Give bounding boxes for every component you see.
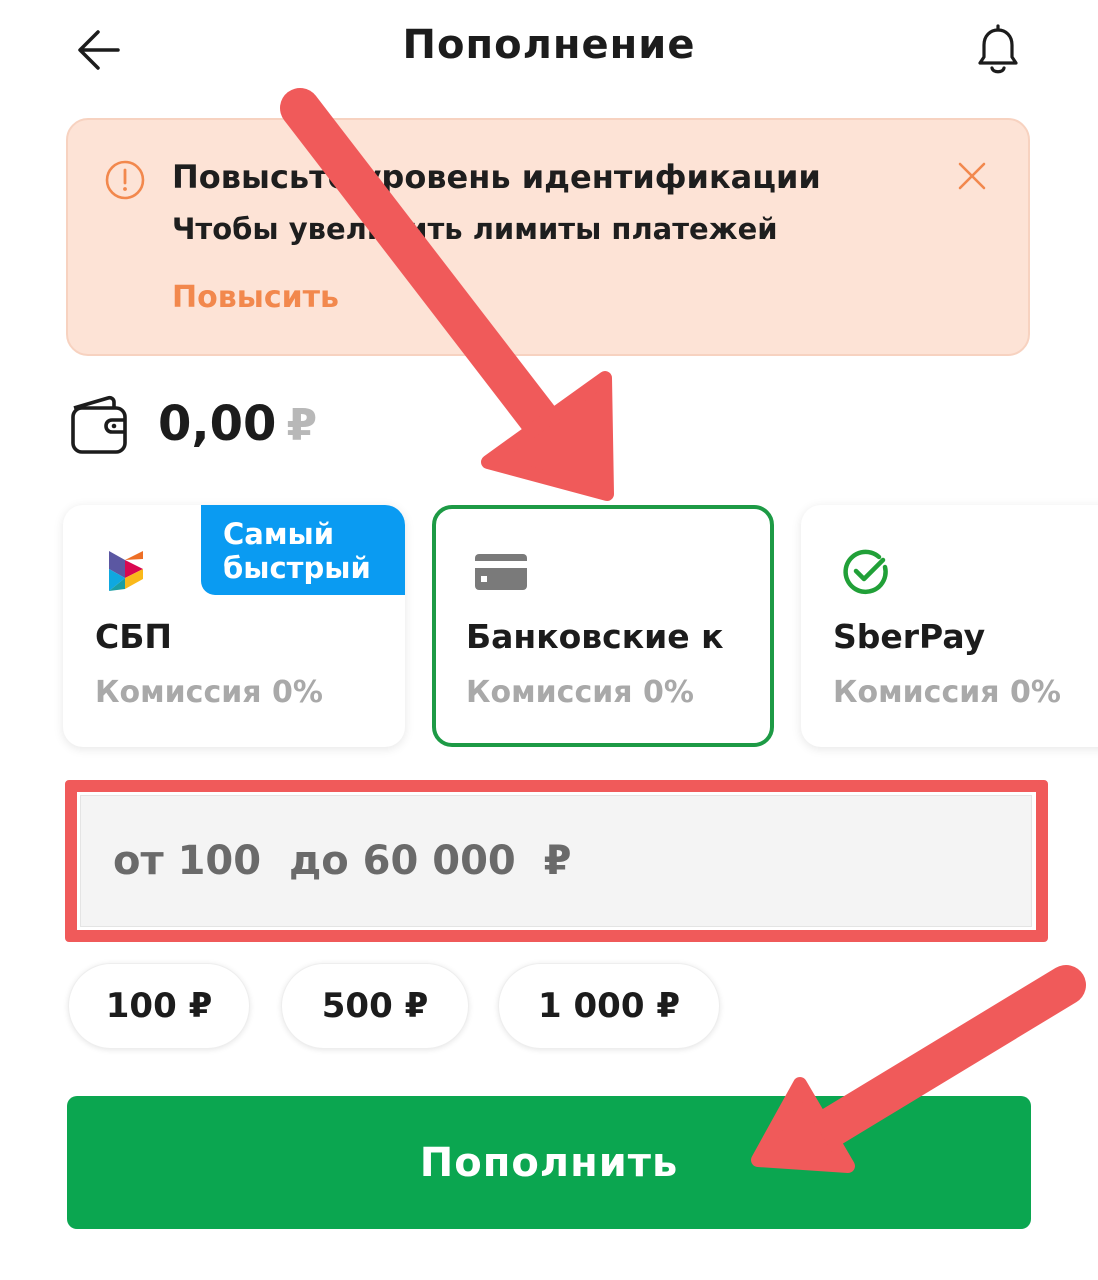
exclamation-circle-icon (104, 159, 146, 201)
close-icon (957, 161, 987, 195)
method-card-sbp[interactable]: Самый быстрый СБП Комиссия 0% (63, 505, 405, 747)
amount-input[interactable] (81, 796, 1031, 926)
upgrade-link[interactable]: Повысить (172, 280, 339, 315)
balance-amount: 0,00 (158, 396, 277, 452)
balance: 0,00 ₽ (158, 396, 317, 452)
notifications-button[interactable] (962, 18, 1034, 84)
banner-close-button[interactable] (950, 156, 994, 200)
bell-icon (966, 17, 1030, 85)
method-fee: Комиссия 0% (466, 675, 694, 710)
method-fee: Комиссия 0% (833, 675, 1061, 710)
top-up-button[interactable]: Пополнить (67, 1096, 1031, 1229)
wallet-icon (68, 394, 134, 458)
bank-card-icon (474, 553, 528, 595)
sbp-logo-icon (103, 547, 151, 599)
method-fee: Комиссия 0% (95, 675, 323, 710)
method-card-sberpay[interactable]: SberPay Комиссия 0% (801, 505, 1098, 747)
balance-currency: ₽ (286, 400, 318, 451)
quick-amount-1000[interactable]: 1 000 ₽ (498, 963, 720, 1049)
method-name: SberPay (833, 617, 986, 656)
sberpay-check-icon (841, 547, 891, 601)
method-name: Банковские к (466, 617, 724, 656)
amount-field[interactable] (80, 795, 1032, 927)
banner-title: Повысьте уровень идентификации (172, 158, 821, 196)
banner-subtitle: Чтобы увеличить лимиты платежей (172, 212, 778, 246)
quick-amount-100[interactable]: 100 ₽ (68, 963, 250, 1049)
text-fade (730, 609, 770, 679)
method-card-bank-card[interactable]: Банковские к Комиссия 0% (432, 505, 774, 747)
page-title: Пополнение (402, 22, 696, 68)
quick-amount-500[interactable]: 500 ₽ (281, 963, 469, 1049)
fastest-badge: Самый быстрый (201, 505, 405, 595)
method-name: СБП (95, 617, 172, 656)
